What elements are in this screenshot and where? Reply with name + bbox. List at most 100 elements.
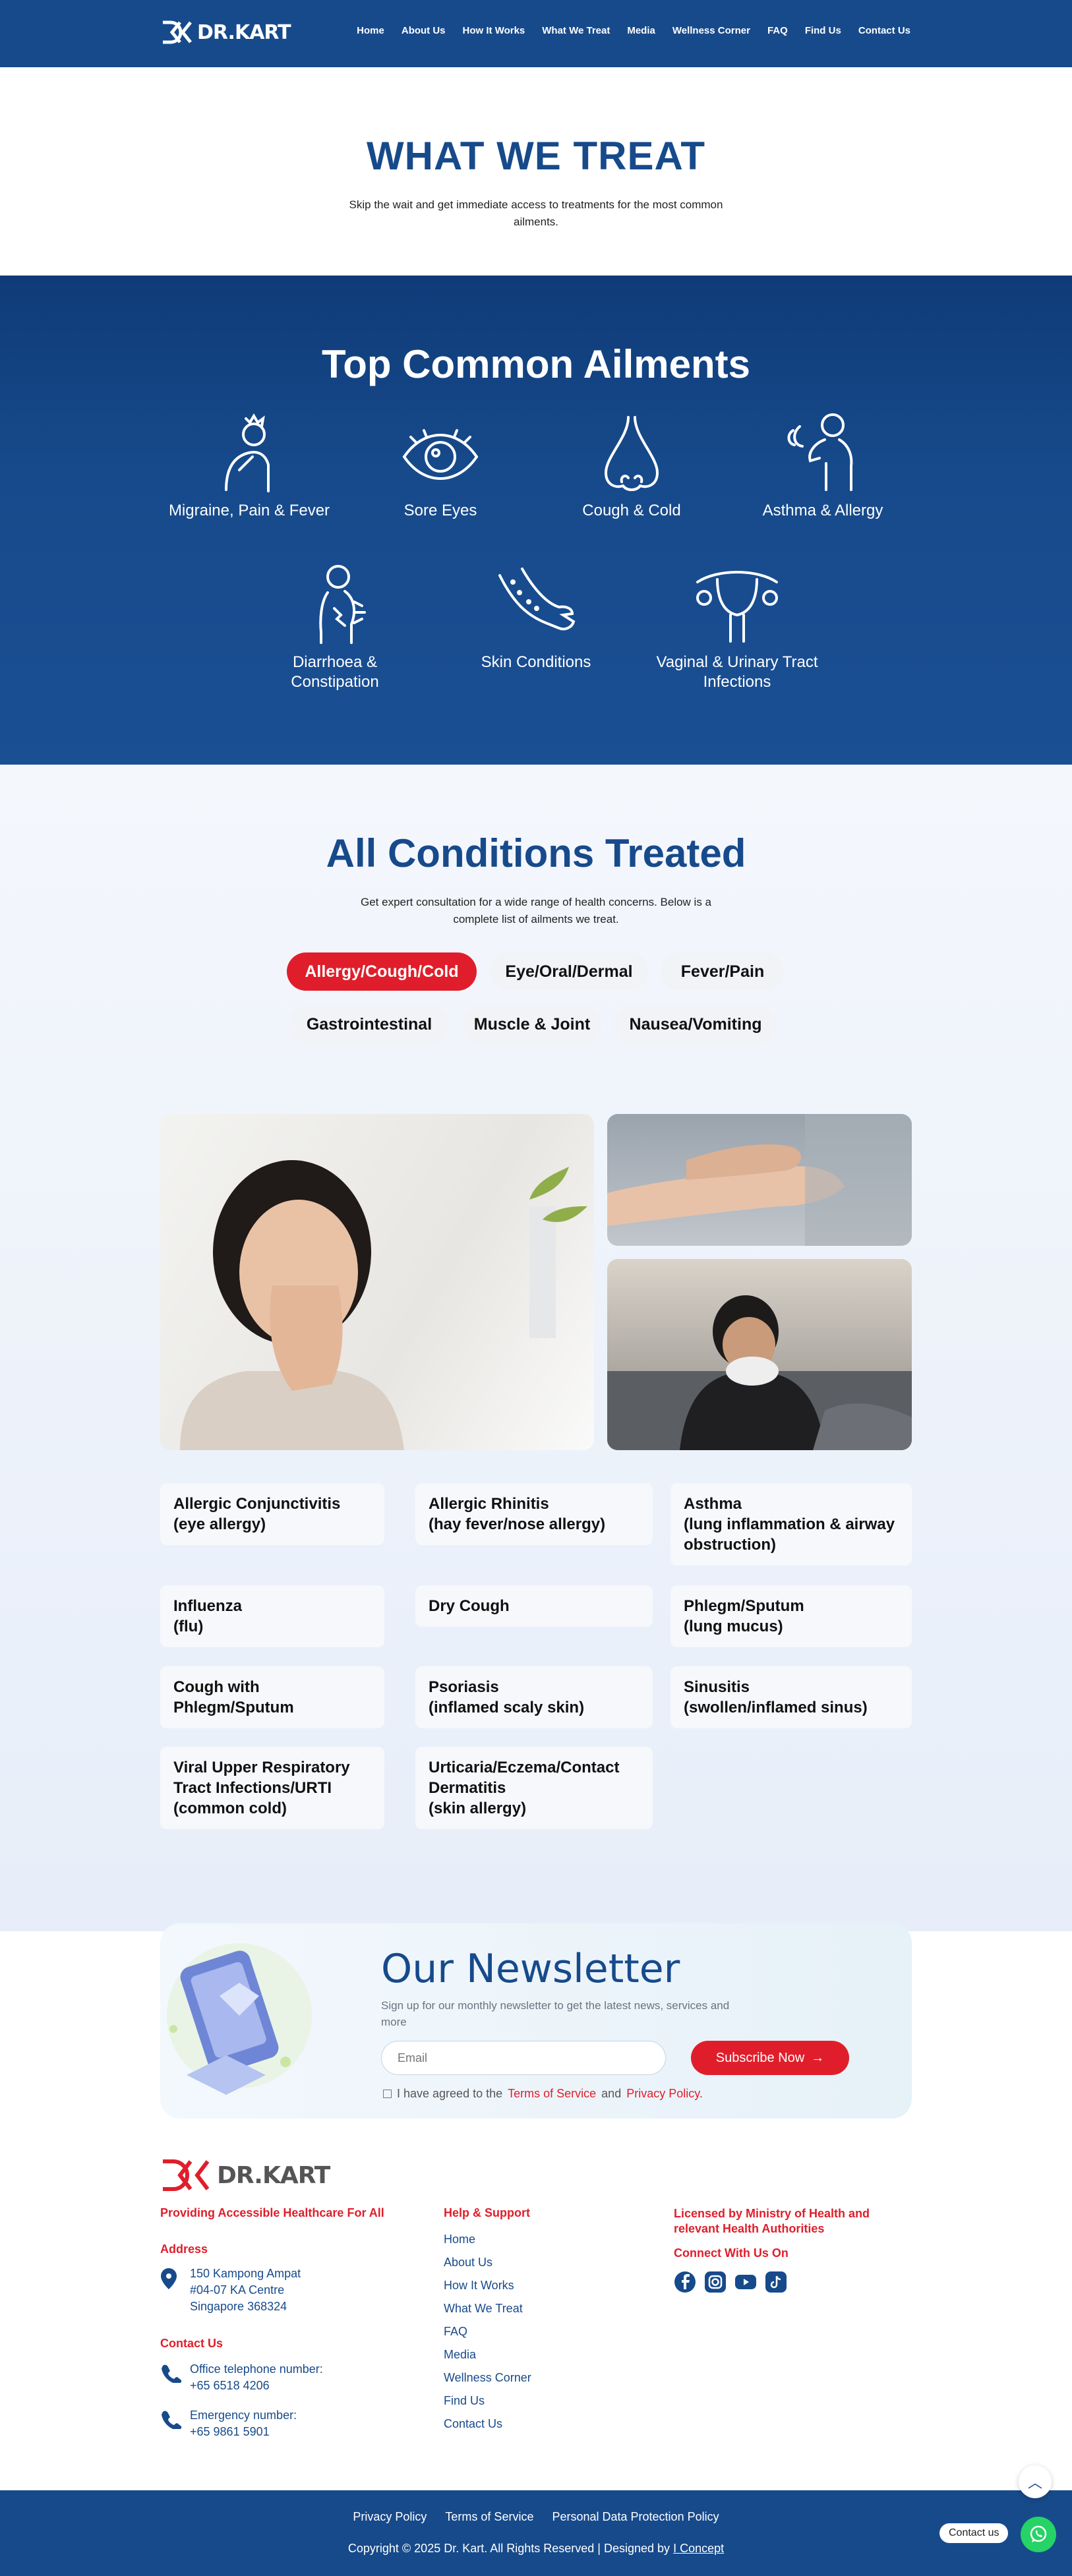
address-heading: Address bbox=[160, 2242, 208, 2256]
tab-fever-pain[interactable]: Fever/Pain bbox=[661, 952, 784, 991]
newsletter-card: Our Newsletter Sign up for our monthly n… bbox=[160, 1923, 912, 2119]
conditions-title: All Conditions Treated bbox=[326, 831, 746, 875]
asthma-icon bbox=[787, 413, 853, 491]
eye-icon bbox=[402, 429, 479, 480]
condition-item: Asthma (lung inflammation & airway obstru… bbox=[670, 1483, 912, 1566]
ailment-vaginal-urinary[interactable]: Vaginal & Urinary Tract Infections bbox=[651, 562, 823, 692]
subscribe-button[interactable]: Subscribe Now → bbox=[691, 2041, 849, 2075]
footer-link-find-us[interactable]: Find Us bbox=[444, 2389, 531, 2413]
photo-woman-sneezing bbox=[160, 1114, 594, 1450]
nav-wellness-corner[interactable]: Wellness Corner bbox=[672, 25, 750, 36]
help-heading: Help & Support bbox=[444, 2206, 530, 2219]
condition-item: Psoriasis (inflamed scaly skin) bbox=[415, 1666, 653, 1728]
page-title: WHAT WE TREAT bbox=[366, 134, 705, 178]
condition-item: Dry Cough bbox=[415, 1585, 653, 1627]
tab-nausea-vomiting[interactable]: Nausea/Vomiting bbox=[614, 1005, 777, 1043]
youtube-icon[interactable] bbox=[734, 2271, 757, 2293]
email-input[interactable] bbox=[381, 2041, 666, 2075]
tab-muscle-joint[interactable]: Muscle & Joint bbox=[463, 1005, 601, 1043]
agree-checkbox[interactable] bbox=[383, 2090, 392, 2098]
ailment-label: Asthma & Allergy bbox=[762, 502, 883, 519]
migraine-icon bbox=[225, 413, 270, 492]
condition-item: Allergic Conjunctivitis (eye allergy) bbox=[160, 1483, 384, 1545]
designer-link[interactable]: I Concept bbox=[673, 2542, 724, 2555]
ailments-title: Top Common Ailments bbox=[322, 342, 750, 386]
privacy-link[interactable]: Privacy Policy. bbox=[626, 2087, 703, 2101]
social-icons bbox=[674, 2271, 787, 2293]
ailment-diarrhoea[interactable]: Diarrhoea & Constipation bbox=[249, 562, 421, 692]
footer-logo[interactable]: DR.KART bbox=[160, 2159, 330, 2192]
copyright: Copyright © 2025 Dr. Kart. All Rights Re… bbox=[347, 2542, 725, 2555]
footer-link-about[interactable]: About Us bbox=[444, 2251, 531, 2274]
logo[interactable]: DR.KART bbox=[160, 20, 291, 45]
location-pin-icon bbox=[161, 2268, 177, 2289]
condition-item: Viral Upper Respiratory Tract Infections… bbox=[160, 1747, 384, 1829]
tab-eye-oral-dermal[interactable]: Eye/Oral/Dermal bbox=[490, 952, 648, 991]
footer-brand-name: DR.KART bbox=[217, 2161, 330, 2189]
whatsapp-button[interactable] bbox=[1021, 2517, 1056, 2552]
ailment-cough-cold[interactable]: Cough & Cold bbox=[546, 411, 717, 521]
nav-how-it-works[interactable]: How It Works bbox=[463, 25, 525, 36]
nav-media[interactable]: Media bbox=[627, 25, 655, 36]
nav-contact-us[interactable]: Contact Us bbox=[858, 25, 910, 36]
ailment-migraine[interactable]: Migraine, Pain & Fever bbox=[164, 411, 335, 521]
top-nav: DR.KART Home About Us How It Works What … bbox=[0, 0, 1072, 67]
bottom-pdpp-link[interactable]: Personal Data Protection Policy bbox=[552, 2510, 719, 2524]
chevron-up-icon: ︿ bbox=[1027, 2474, 1042, 2491]
conditions-subtitle: Get expert consultation for a wide range… bbox=[360, 896, 712, 925]
arrow-right-icon: → bbox=[811, 2050, 825, 2065]
brand-name: DR.KART bbox=[197, 20, 291, 44]
footer-links: Home About Us How It Works What We Treat… bbox=[444, 2228, 531, 2436]
condition-item: Sinusitis (swollen/inflamed sinus) bbox=[670, 1666, 912, 1728]
connect-heading: Connect With Us On bbox=[674, 2246, 789, 2260]
footer-link-media[interactable]: Media bbox=[444, 2343, 531, 2366]
nav-about-us[interactable]: About Us bbox=[402, 25, 446, 36]
facebook-icon[interactable] bbox=[674, 2271, 696, 2293]
nav-find-us[interactable]: Find Us bbox=[805, 25, 841, 36]
condition-item: Phlegm/Sputum (lung mucus) bbox=[670, 1585, 912, 1647]
footer-tagline: Providing Accessible Healthcare For All bbox=[160, 2206, 384, 2219]
ailment-label: Diarrhoea & Constipation bbox=[291, 653, 379, 691]
hero-section: WHAT WE TREAT Skip the wait and get imme… bbox=[0, 67, 1072, 276]
photo-man-coughing bbox=[607, 1259, 912, 1450]
footer-link-contact[interactable]: Contact Us bbox=[444, 2413, 531, 2436]
footer-link-what-we-treat[interactable]: What We Treat bbox=[444, 2297, 531, 2320]
stomach-icon bbox=[319, 565, 366, 644]
nav-what-we-treat[interactable]: What We Treat bbox=[542, 25, 610, 36]
ailment-asthma-allergy[interactable]: Asthma & Allergy bbox=[737, 411, 908, 521]
bottom-privacy-link[interactable]: Privacy Policy bbox=[353, 2510, 427, 2524]
logo-mark-icon bbox=[163, 20, 192, 44]
newsletter-title: Our Newsletter bbox=[381, 1946, 680, 1992]
ailment-label: Skin Conditions bbox=[481, 653, 591, 671]
subscribe-label: Subscribe Now bbox=[715, 2050, 805, 2065]
agree-row: I have agreed to the Terms of Service an… bbox=[383, 2087, 703, 2101]
condition-item: Allergic Rhinitis (hay fever/nose allergy… bbox=[415, 1483, 653, 1545]
ailment-label: Cough & Cold bbox=[582, 502, 681, 519]
footer-link-how-it-works[interactable]: How It Works bbox=[444, 2274, 531, 2297]
bottom-terms-link[interactable]: Terms of Service bbox=[445, 2510, 533, 2524]
whatsapp-icon bbox=[1030, 2525, 1047, 2542]
phone-icon bbox=[162, 2364, 182, 2383]
tab-allergy-cough-cold[interactable]: Allergy/Cough/Cold bbox=[287, 952, 477, 991]
footer-link-home[interactable]: Home bbox=[444, 2228, 531, 2251]
contact-heading: Contact Us bbox=[160, 2337, 223, 2350]
ailment-label: Migraine, Pain & Fever bbox=[168, 502, 330, 519]
nav-home[interactable]: Home bbox=[357, 25, 384, 36]
emergency-phone-block[interactable]: Emergency number: +65 9861 5901 bbox=[190, 2407, 297, 2440]
logo-mark-icon bbox=[163, 2159, 210, 2191]
condition-item: Urticaria/Eczema/Contact Dermatitis (skin… bbox=[415, 1747, 653, 1829]
instagram-icon[interactable] bbox=[704, 2271, 727, 2293]
ailment-sore-eyes[interactable]: Sore Eyes bbox=[355, 411, 526, 521]
scroll-top-button[interactable]: ︿ bbox=[1019, 2465, 1052, 2498]
footer-link-wellness[interactable]: Wellness Corner bbox=[444, 2366, 531, 2389]
ailment-label: Sore Eyes bbox=[403, 502, 477, 519]
bottom-bar: Privacy Policy Terms of Service Personal… bbox=[0, 2490, 1072, 2576]
terms-link[interactable]: Terms of Service bbox=[508, 2087, 596, 2101]
ailment-skin-conditions[interactable]: Skin Conditions bbox=[450, 562, 622, 672]
footer-link-faq[interactable]: FAQ bbox=[444, 2320, 531, 2343]
tiktok-icon[interactable] bbox=[765, 2271, 787, 2293]
tab-gastrointestinal[interactable]: Gastrointestinal bbox=[289, 1005, 450, 1043]
office-phone-block[interactable]: Office telephone number: +65 6518 4206 bbox=[190, 2361, 323, 2394]
contact-us-chip[interactable]: Contact us bbox=[939, 2523, 1009, 2543]
nav-faq[interactable]: FAQ bbox=[767, 25, 788, 36]
